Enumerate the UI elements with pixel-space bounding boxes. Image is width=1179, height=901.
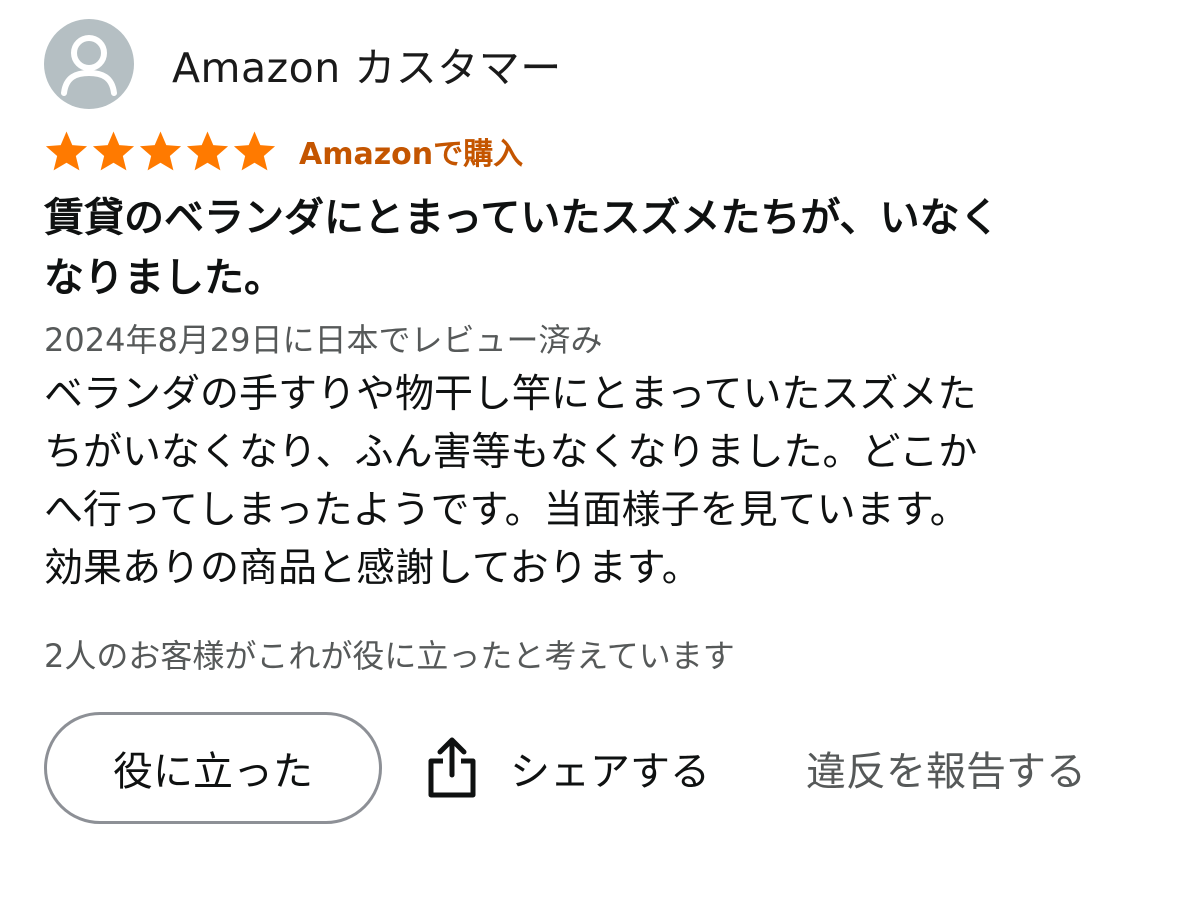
review-card: Amazon カスタマー Amazonで購入 賃貸のベランダにとまっていたスズメ…	[44, 18, 1144, 826]
star-icon	[186, 130, 229, 170]
review-title-line: 賃貸のベランダにとまっていたスズメたちが、いなく	[44, 195, 1000, 241]
star-rating[interactable]	[44, 130, 277, 173]
review-body-line: ベランダの手すりや物干し竿にとまっていたスズメた	[44, 372, 977, 417]
report-abuse-link[interactable]: 違反を報告する	[806, 739, 1086, 797]
helpful-count-text: 2人のお客様がこれが役に立ったと考えています	[44, 637, 735, 675]
review-body-line: ちがいなくなり、ふん害等もなくなりました。どこか	[44, 430, 978, 475]
review-body-line: へ行ってしまったようです。当面様子を見ています。	[44, 488, 969, 533]
review-actions: 役に立った シェアする 違反を報告する	[44, 710, 1144, 826]
verified-purchase-badge: Amazonで購入	[299, 137, 524, 172]
share-button[interactable]: シェアする	[426, 737, 710, 799]
review-title[interactable]: 賃貸のベランダにとまっていたスズメたちが、いなく なりました。	[44, 188, 1134, 308]
default-user-avatar-icon	[61, 35, 117, 96]
reviewer-name: Amazon カスタマー	[172, 44, 562, 92]
star-icon	[233, 130, 276, 170]
star-icon	[139, 130, 182, 170]
review-date: 2024年8月29日に日本でレビュー済み	[44, 321, 603, 359]
reviewer-profile[interactable]: Amazon カスタマー	[44, 18, 1144, 110]
avatar	[44, 19, 134, 109]
star-icon	[92, 130, 135, 170]
review-title-line: なりました。	[44, 255, 284, 301]
rating-row: Amazonで購入	[44, 130, 1144, 172]
helpful-button[interactable]: 役に立った	[44, 712, 382, 824]
review-body: ベランダの手すりや物干し竿にとまっていたスズメた ちがいなくなり、ふん害等もなく…	[44, 366, 1134, 598]
star-icon	[45, 130, 88, 170]
share-label: シェアする	[510, 749, 710, 795]
share-icon	[428, 737, 476, 798]
review-body-line: 効果ありの商品と感謝しております。	[44, 546, 701, 591]
